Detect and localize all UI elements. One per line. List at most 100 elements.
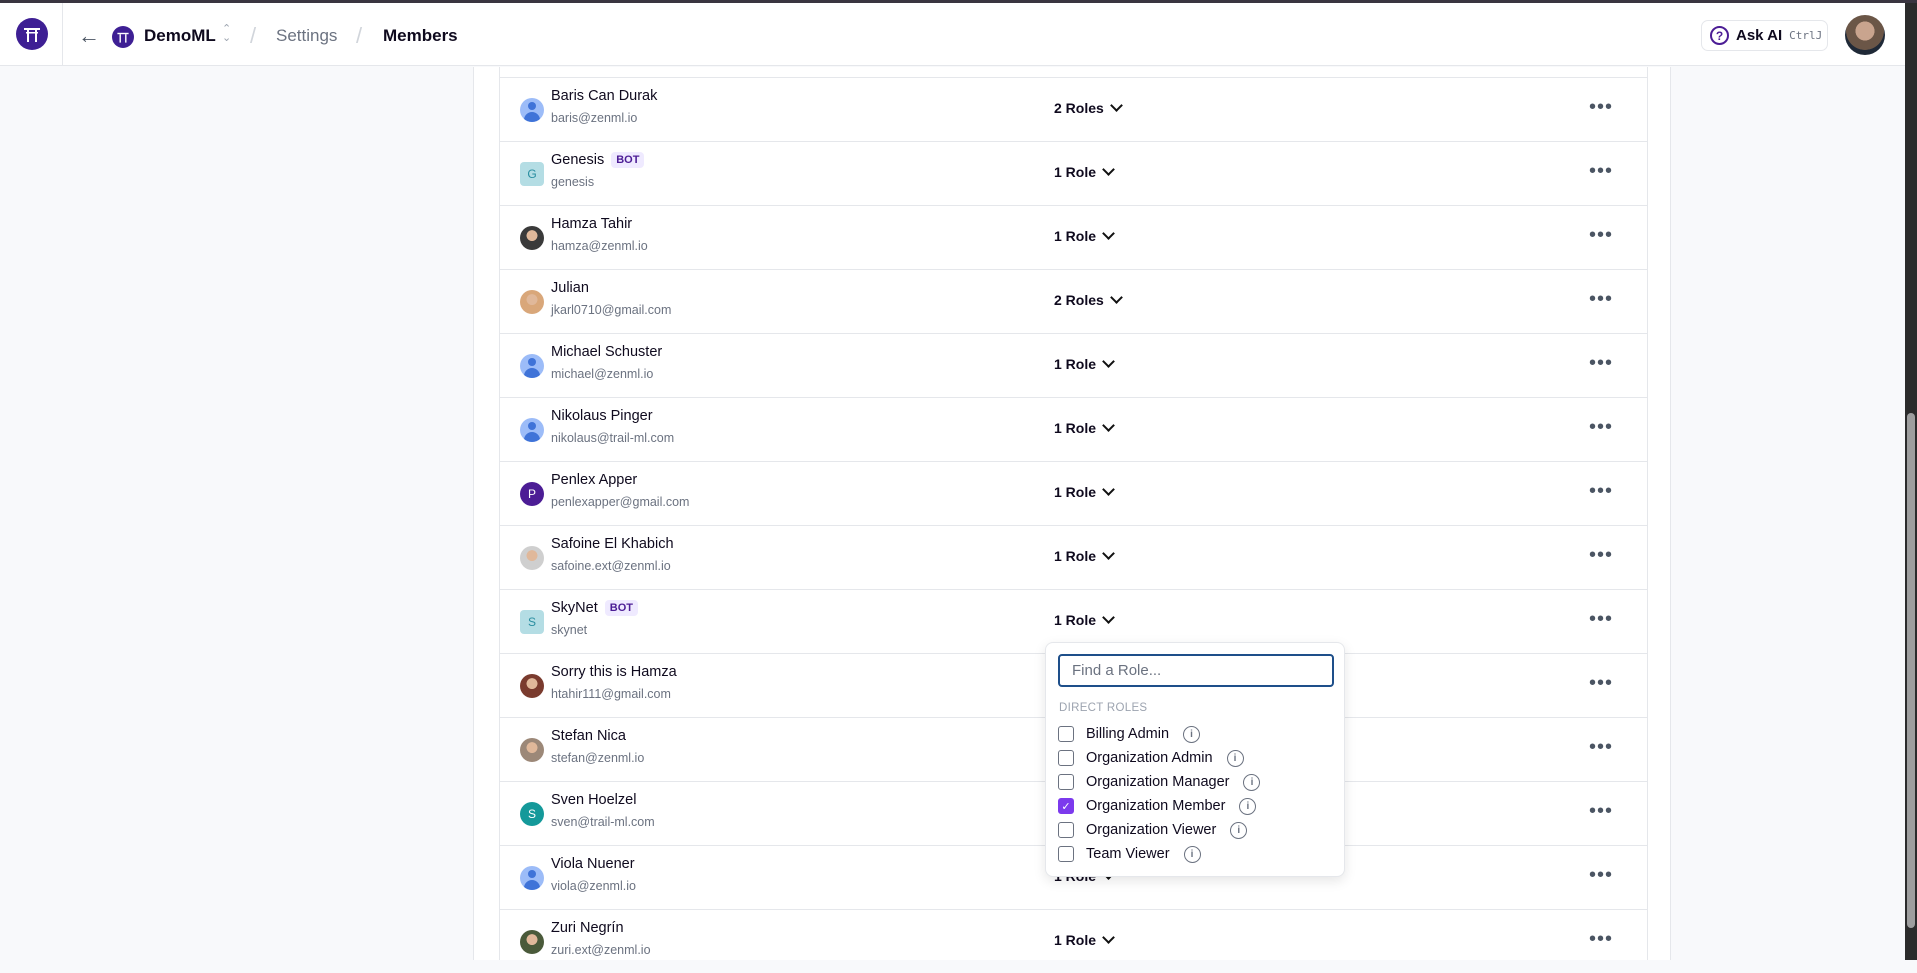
more-actions-icon[interactable]: •••: [1589, 352, 1613, 375]
member-avatar: [520, 866, 544, 890]
member-name: SkyNet: [551, 600, 598, 616]
roles-dropdown-button[interactable]: 1 Role: [1054, 483, 1115, 500]
roles-dropdown-button[interactable]: 1 Role: [1054, 355, 1115, 372]
roles-dropdown-button[interactable]: 2 Roles: [1054, 99, 1123, 116]
more-actions-icon[interactable]: •••: [1589, 288, 1613, 311]
roles-dropdown-button[interactable]: 1 Role: [1054, 163, 1115, 180]
more-actions-icon[interactable]: •••: [1589, 160, 1613, 183]
roles-dropdown-button[interactable]: 2 Roles: [1054, 291, 1123, 308]
info-icon[interactable]: i: [1239, 797, 1257, 815]
role-checkbox[interactable]: [1058, 822, 1074, 838]
member-name-line: Genesis BOT: [551, 152, 645, 168]
chevron-down-icon: [1102, 483, 1115, 496]
scrollbar-thumb[interactable]: [1907, 413, 1915, 928]
breadcrumb-separator: /: [356, 23, 363, 48]
role-dropdown: DIRECT ROLES Billing AdminiOrganization …: [1045, 642, 1345, 877]
member-name: Penlex Apper: [551, 472, 638, 488]
more-actions-icon[interactable]: •••: [1589, 96, 1613, 119]
member-email: sven@trail-ml.com: [551, 815, 655, 829]
role-label: Organization Manager: [1086, 774, 1230, 790]
member-name-line: Nikolaus Pinger: [551, 408, 653, 424]
roles-dropdown-button[interactable]: 1 Role: [1054, 419, 1115, 436]
back-arrow-icon[interactable]: ←: [78, 23, 100, 49]
role-option[interactable]: Organization Viewer i: [1058, 819, 1248, 841]
role-checkbox[interactable]: [1058, 750, 1074, 766]
more-actions-icon[interactable]: •••: [1589, 800, 1613, 823]
chevron-down-icon: [1102, 163, 1115, 176]
role-checkbox[interactable]: ✓: [1058, 798, 1074, 814]
breadcrumb-separator: /: [250, 23, 257, 48]
member-avatar: [520, 98, 544, 122]
role-option[interactable]: Organization Admin i: [1058, 747, 1244, 769]
breadcrumb-settings[interactable]: Settings: [276, 26, 337, 46]
roles-dropdown-button[interactable]: 1 Role: [1054, 611, 1115, 628]
member-avatar: G: [520, 162, 544, 186]
member-name: Sorry this is Hamza: [551, 664, 677, 680]
member-email: baris@zenml.io: [551, 111, 638, 125]
role-label: Organization Member: [1086, 798, 1226, 814]
info-icon[interactable]: i: [1183, 845, 1201, 863]
member-row: Baris Can Durak baris@zenml.io 2 Roles •••: [500, 77, 1647, 141]
member-avatar: [520, 226, 544, 250]
role-option[interactable]: Team Viewer i: [1058, 843, 1201, 865]
more-actions-icon[interactable]: •••: [1589, 480, 1613, 503]
roles-count: 1 Role: [1054, 932, 1097, 948]
roles-dropdown-button[interactable]: 1 Role: [1054, 547, 1115, 564]
member-email: genesis: [551, 175, 595, 189]
workspace-name[interactable]: DemoML: [144, 26, 216, 46]
more-actions-icon[interactable]: •••: [1589, 928, 1613, 951]
more-actions-icon[interactable]: •••: [1589, 608, 1613, 631]
role-option[interactable]: ✓ Organization Member i: [1058, 795, 1257, 817]
role-option[interactable]: Organization Manager i: [1058, 771, 1261, 793]
info-icon[interactable]: i: [1226, 749, 1244, 767]
info-icon[interactable]: i: [1183, 725, 1201, 743]
member-email: jkarl0710@gmail.com: [551, 303, 672, 317]
roles-count: 1 Role: [1054, 612, 1097, 628]
roles-dropdown-button[interactable]: 1 Role: [1054, 931, 1115, 948]
member-avatar: [520, 930, 544, 954]
member-row: Michael Schuster michael@zenml.io 1 Role ••…: [500, 333, 1647, 397]
question-icon: ?: [1710, 26, 1729, 45]
find-role-input[interactable]: [1058, 654, 1334, 687]
role-label: Billing Admin: [1086, 726, 1170, 742]
role-label: Organization Admin: [1086, 750, 1213, 766]
member-name-line: Baris Can Durak: [551, 88, 657, 104]
more-actions-icon[interactable]: •••: [1589, 416, 1613, 439]
info-icon[interactable]: i: [1230, 821, 1248, 839]
roles-count: 1 Role: [1054, 356, 1097, 372]
user-avatar[interactable]: [1845, 15, 1885, 55]
member-email: viola@zenml.io: [551, 879, 636, 893]
member-avatar: P: [520, 482, 544, 506]
member-email: hamza@zenml.io: [551, 239, 648, 253]
info-icon[interactable]: i: [1243, 773, 1261, 791]
role-checkbox[interactable]: [1058, 774, 1074, 790]
member-email: stefan@zenml.io: [551, 751, 645, 765]
zenml-logo-icon[interactable]: [16, 18, 48, 50]
scrollbar[interactable]: [1905, 3, 1917, 960]
member-name-line: Michael Schuster: [551, 344, 662, 360]
chevron-up-down-icon[interactable]: ⌃ ⌄: [222, 24, 231, 44]
member-name: Sven Hoelzel: [551, 792, 637, 808]
member-name-line: Julian: [551, 280, 589, 296]
more-actions-icon[interactable]: •••: [1589, 864, 1613, 887]
chevron-down-icon: [1102, 419, 1115, 432]
more-actions-icon[interactable]: •••: [1589, 544, 1613, 567]
bot-badge: BOT: [604, 600, 638, 616]
more-actions-icon[interactable]: •••: [1589, 736, 1613, 759]
roles-dropdown-button[interactable]: 1 Role: [1054, 227, 1115, 244]
ask-ai-shortcut: CtrlJ: [1789, 29, 1823, 42]
member-avatar: S: [520, 802, 544, 826]
more-actions-icon[interactable]: •••: [1589, 672, 1613, 695]
more-actions-icon[interactable]: •••: [1589, 224, 1613, 247]
role-checkbox[interactable]: [1058, 846, 1074, 862]
member-name-line: Penlex Apper: [551, 472, 637, 488]
role-checkbox[interactable]: [1058, 726, 1074, 742]
roles-count: 2 Roles: [1054, 292, 1104, 308]
member-name: Nikolaus Pinger: [551, 408, 653, 424]
member-avatar: [520, 674, 544, 698]
role-option[interactable]: Billing Admin i: [1058, 723, 1201, 745]
roles-count: 1 Role: [1054, 484, 1097, 500]
member-email: penlexapper@gmail.com: [551, 495, 690, 509]
ask-ai-button[interactable]: ? Ask AI CtrlJ: [1701, 20, 1828, 51]
member-avatar: [520, 354, 544, 378]
